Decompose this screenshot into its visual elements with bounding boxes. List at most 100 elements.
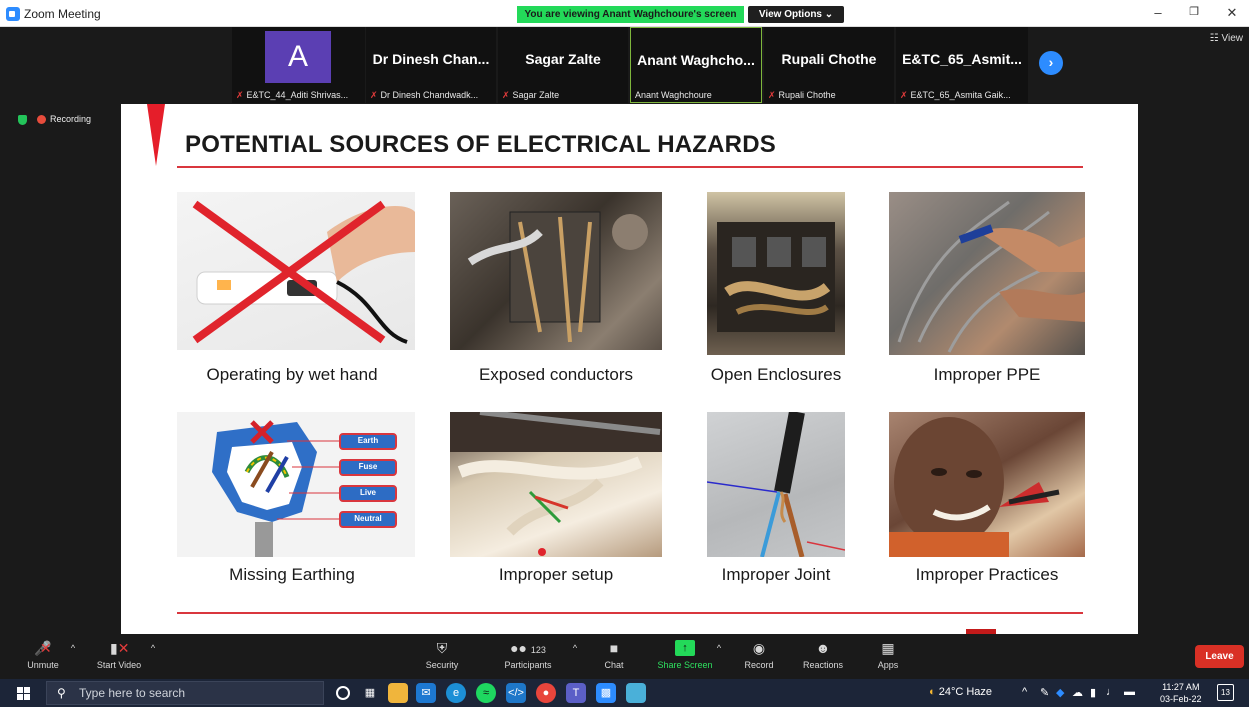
close-icon[interactable]: ✕ [1222,5,1242,21]
pen-icon[interactable]: ✎ [1040,686,1049,699]
windows-start-icon[interactable] [17,687,30,700]
chat-button[interactable]: ■ Chat [600,634,628,678]
unmute-label: Unmute [27,660,59,670]
participant-tile-active-speaker[interactable]: Anant Waghcho... Anant Waghchoure [630,27,762,103]
notes-app-icon[interactable] [626,683,646,703]
zoom-taskbar-icon[interactable]: ▩ [596,683,616,703]
onedrive-icon[interactable]: ☁ [1072,686,1083,699]
audio-options-caret[interactable]: ^ [64,634,75,678]
participant-name: ✗ Rupali Chothe [768,90,892,101]
participant-name-text: E&TC_65_Asmita Gaik... [910,90,1011,100]
caret-up-icon: ^ [150,643,156,653]
participant-tile[interactable]: Rupali Chothe ✗ Rupali Chothe [764,27,894,103]
participants-options-caret[interactable]: ^ [566,634,577,678]
reactions-button[interactable]: ☻ Reactions [800,634,846,678]
earthing-tag: Neutral [354,514,382,523]
view-options-button[interactable]: View Options ⌄ [748,6,844,23]
participant-tile[interactable]: Sagar Zalte ✗ Sagar Zalte [498,27,628,103]
security-button[interactable]: ⛨ Security [420,634,464,678]
next-page-chevron-icon[interactable]: › [1039,51,1063,75]
shield-icon: ⛨ [436,640,448,656]
chrome-icon[interactable]: ● [536,683,556,703]
hazard-label: Improper setup [498,565,614,584]
minimize-icon[interactable]: – [1148,5,1168,20]
search-placeholder: Type here to search [79,686,186,700]
participant-name: ✗ Dr Dinesh Chandwadk... [370,90,494,101]
windows-taskbar: ⚲ Type here to search ▦ ✉ e ≈ </> ● T ▩ … [0,679,1249,707]
hazard-label: Operating by wet hand [206,365,378,384]
participant-name: ✗ E&TC_44_Aditi Shrivas... [236,90,363,101]
participant-name: Anant Waghchoure [635,90,759,100]
hazard-label: Improper Joint [721,565,831,584]
participant-tile[interactable]: A ✗ E&TC_44_Aditi Shrivas... [232,27,365,103]
cortana-icon[interactable] [336,686,350,700]
share-screen-icon: ↑ [675,640,695,656]
vscode-icon[interactable]: </> [506,683,526,703]
encryption-shield-icon [18,114,27,125]
system-clock[interactable]: 11:27 AM 03-Feb-22 [1160,681,1202,705]
improper-setup-image [450,412,662,557]
power-icon[interactable]: ▮ [1090,686,1096,699]
record-button[interactable]: ◉ Record [740,634,778,678]
participant-display-name: E&TC_65_Asmit... [902,51,1022,67]
weather-text: 24°C Haze [938,686,993,698]
improper-joint-image [707,412,845,557]
notification-center-icon[interactable]: 13 [1217,684,1234,701]
clock-time: 11:27 AM [1162,682,1200,692]
mic-muted-icon: ✗ [900,90,908,100]
hazard-label: Missing Earthing [229,565,355,584]
mail-icon[interactable]: ✉ [416,683,436,703]
participant-avatar: A [265,31,331,83]
security-label: Security [425,660,459,670]
apps-button[interactable]: ▦ Apps [874,634,902,678]
apps-icon: ▦ [881,640,895,656]
exposed-conductors-image [450,192,662,350]
record-icon: ◉ [752,640,766,656]
participant-display-name: Sagar Zalte [525,51,601,67]
slide-divider-bottom [177,612,1083,614]
participant-display-name: Dr Dinesh Chan... [372,51,490,67]
restore-icon[interactable]: ❐ [1184,5,1204,18]
share-options-caret[interactable]: ^ [710,634,721,678]
participant-name: ✗ E&TC_65_Asmita Gaik... [900,90,1026,101]
search-icon: ⚲ [57,686,66,700]
participant-name-text: Sagar Zalte [512,90,560,100]
participants-button[interactable]: ●● 123 Participants [498,634,558,678]
earthing-tag: Fuse [358,462,378,471]
taskbar-search-input[interactable]: ⚲ Type here to search [46,681,324,705]
start-video-button[interactable]: ▮✕ Start Video [90,634,148,678]
participant-tile[interactable]: Dr Dinesh Chan... ✗ Dr Dinesh Chandwadk..… [366,27,496,103]
file-explorer-icon[interactable] [388,683,408,703]
edge-browser-icon[interactable]: e [446,683,466,703]
view-button[interactable]: ☷ View [1210,33,1243,44]
volume-icon[interactable]: ♩ [1106,686,1117,698]
share-screen-label: Share Screen [657,660,713,670]
hazard-label: Exposed conductors [478,365,634,384]
zoom-app: Zoom Meeting You are viewing Anant Waghc… [0,0,1249,707]
chat-label: Chat [604,660,624,670]
caret-up-icon: ^ [716,643,722,653]
teams-icon[interactable]: T [566,683,586,703]
leave-button[interactable]: Leave [1195,645,1244,668]
video-options-caret[interactable]: ^ [144,634,155,678]
task-view-icon[interactable]: ▦ [360,683,380,703]
hazard-label: Open Enclosures [710,365,842,384]
bluetooth-icon[interactable]: ◆ [1056,686,1064,699]
participant-display-name: Anant Waghcho... [637,52,755,68]
tray-overflow-icon[interactable]: ^ [1022,686,1027,698]
viewing-screen-banner: You are viewing Anant Waghchoure's scree… [517,6,744,23]
participant-tile[interactable]: E&TC_65_Asmit... ✗ E&TC_65_Asmita Gaik... [896,27,1028,103]
spotify-icon[interactable]: ≈ [476,683,496,703]
sun-haze-icon: ◐ [929,686,936,698]
title-bar: Zoom Meeting You are viewing Anant Waghc… [0,0,1249,27]
earthing-tag: Live [359,488,376,497]
apps-label: Apps [877,660,899,670]
battery-icon[interactable]: ▬ [1124,686,1135,698]
smiley-icon: ☻ [815,640,831,656]
unmute-button[interactable]: 🎤✕ Unmute [22,634,64,678]
recording-indicator[interactable]: Recording [18,114,91,125]
participant-display-name: Rupali Chothe [781,51,877,67]
share-screen-button[interactable]: ↑ Share Screen [654,634,716,678]
weather-widget[interactable]: ◐ 24°C Haze [929,686,992,698]
participant-count: 123 [530,645,546,655]
